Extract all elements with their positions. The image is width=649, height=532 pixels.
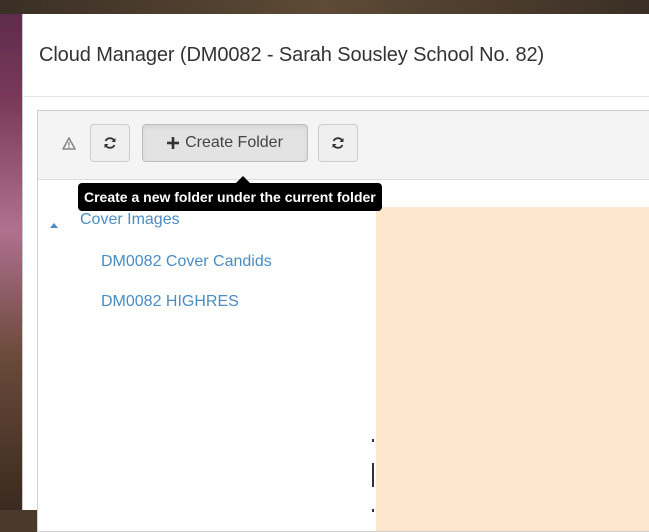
create-folder-tooltip: Create a new folder under the current fo… xyxy=(78,183,382,211)
warning-button[interactable] xyxy=(52,124,86,162)
file-manager-panel: Create Folder Cover Images DM0082 Cover … xyxy=(37,110,649,532)
modal-title: Cloud Manager (DM0082 - Sarah Sousley Sc… xyxy=(39,44,545,66)
tree-item-highres[interactable]: DM0082 HIGHRES xyxy=(101,293,239,311)
tree-item-cover-candids[interactable]: DM0082 Cover Candids xyxy=(101,253,272,271)
tree-item-cover-images[interactable]: Cover Images xyxy=(80,211,180,229)
folder-tree xyxy=(38,180,376,531)
background-top xyxy=(0,0,649,14)
expanded-caret-icon[interactable] xyxy=(50,223,58,228)
modal-header: Cloud Manager (DM0082 - Sarah Sousley Sc… xyxy=(23,14,649,97)
tooltip-arrow xyxy=(236,176,250,183)
toolbar: Create Folder xyxy=(38,111,649,180)
plus-icon xyxy=(167,137,180,149)
refresh-icon xyxy=(103,136,117,150)
create-folder-button[interactable]: Create Folder xyxy=(142,124,308,162)
cloud-manager-modal: Cloud Manager (DM0082 - Sarah Sousley Sc… xyxy=(22,14,649,532)
refresh-button[interactable] xyxy=(90,124,130,162)
pane-splitter-handle[interactable] xyxy=(370,431,376,521)
refresh-button-secondary[interactable] xyxy=(318,124,358,162)
refresh-icon xyxy=(331,136,345,150)
background-left xyxy=(0,0,22,510)
create-folder-label: Create Folder xyxy=(185,134,283,151)
folder-content-area[interactable] xyxy=(376,207,649,531)
warning-icon xyxy=(62,136,76,150)
